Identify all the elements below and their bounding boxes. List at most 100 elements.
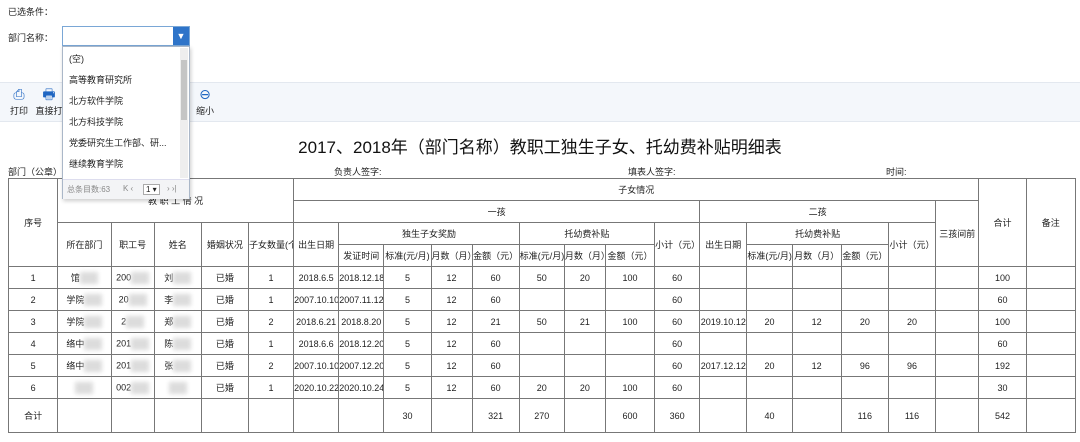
cell-dept-text: 络中 — [66, 360, 85, 371]
direct-print-button[interactable]: 🖶 直接打 — [34, 87, 64, 117]
total-cell-marital — [200, 398, 249, 433]
prev-page-button[interactable]: K ‹ — [123, 184, 133, 193]
cell-om: 12 — [430, 310, 473, 333]
chevron-down-icon[interactable]: ▼ — [173, 27, 189, 45]
cell-sub2: 96 — [887, 354, 937, 377]
cell-a2-text: 96 — [859, 360, 870, 371]
cell-om-text: 12 — [446, 382, 457, 393]
redaction-blur — [168, 381, 187, 394]
cell-cm: 20 — [563, 376, 606, 399]
cell-name-text: 郑 — [164, 316, 174, 327]
cell-os: 5 — [383, 332, 432, 355]
redaction-blur — [84, 294, 103, 307]
scrollbar-thumb[interactable] — [181, 60, 187, 120]
cell-a2 — [840, 288, 889, 311]
cell-sub2: 20 — [887, 310, 937, 333]
cell-no: 20 — [110, 288, 155, 311]
print-button[interactable]: ⎙ 打印 — [4, 87, 34, 117]
cell-cs — [518, 288, 565, 311]
dept-select[interactable]: ▼ — [62, 26, 190, 46]
cell-cm — [563, 288, 606, 311]
dropdown-option[interactable]: 继续教育学院 — [69, 154, 177, 175]
cell-om-text: 12 — [446, 360, 457, 371]
cell-s2: 20 — [746, 354, 793, 377]
cell-m2: 12 — [791, 354, 842, 377]
total-cell-sub1: 360 — [654, 398, 701, 433]
cell-kids-text: 1 — [268, 382, 274, 393]
cell-no-text: 201 — [116, 359, 132, 370]
cell-b1: 2007.10.10 — [293, 354, 340, 377]
th-issue-time: 发证时间 — [338, 244, 385, 267]
cell-remark — [1025, 376, 1077, 399]
th-name: 姓名 — [153, 222, 202, 267]
redaction-blur — [131, 359, 150, 372]
total-cell-s2: 40 — [746, 398, 793, 433]
cell-a2-text: 20 — [859, 316, 870, 327]
filler-sign: 填表人签字: — [628, 167, 676, 177]
cell-no-text: 002 — [116, 381, 132, 392]
cell-name-text: 张 — [164, 360, 174, 371]
cell-os-text: 5 — [404, 272, 410, 283]
cell-remark — [1025, 332, 1077, 355]
cell-no: 201 — [110, 332, 155, 355]
cell-seq: 3 — [7, 310, 59, 333]
dropdown-scrollbar[interactable] — [180, 48, 188, 178]
cell-no: 200 — [110, 266, 155, 289]
total-cell-cm — [563, 398, 606, 433]
th-child-count: 子女数量(个) — [247, 222, 295, 267]
cell-marital: 已婚 — [200, 332, 249, 355]
cell-seq: 1 — [7, 266, 59, 289]
dropdown-option[interactable]: 北方软件学院 — [69, 91, 177, 112]
cell-kids-text: 1 — [268, 338, 274, 349]
dropdown-option[interactable]: 党委研究生工作部、研... — [69, 133, 177, 154]
total-cell-total: 542 — [978, 398, 1027, 433]
th-birth-1: 出生日期 — [293, 222, 340, 267]
redaction-blur — [79, 272, 98, 285]
cell-oa-text: 60 — [490, 272, 501, 283]
cell-name-text: 李 — [164, 294, 174, 305]
cell-sub2 — [887, 288, 937, 311]
th-subtotal-2: 小计（元） — [887, 222, 937, 267]
cell-sub1: 60 — [654, 266, 701, 289]
cell-om: 12 — [430, 354, 473, 377]
cell-sub1-text: 60 — [672, 382, 683, 393]
cell-cs — [518, 354, 565, 377]
total-cell-a2: 116 — [840, 398, 889, 433]
cell-oa-text: 60 — [490, 294, 501, 305]
redaction-blur — [173, 294, 192, 307]
dropdown-option[interactable]: 高等教育研究所 — [69, 70, 177, 91]
dept-label: 部门名称： — [8, 33, 54, 43]
cell-remark — [1025, 310, 1077, 333]
cell-name: 陈 — [153, 332, 202, 355]
cell-oa-text: 60 — [490, 360, 501, 371]
cell-no-text: 200 — [116, 271, 132, 282]
total-cell-ca: 600 — [604, 398, 656, 433]
table-row: 6 002 已婚 1 2020.10.22 2020.10.24 5 12 60 20 20 100 6… — [7, 376, 1077, 399]
cell-oa: 60 — [471, 354, 520, 377]
cell-sub1-text: 60 — [672, 338, 683, 349]
dropdown-option[interactable]: 北方科技学院 — [69, 112, 177, 133]
shrink-button[interactable]: ⊖ 缩小 — [190, 87, 220, 117]
redaction-blur — [84, 360, 103, 373]
th-months-2: 月数（月） — [563, 244, 606, 267]
page-select[interactable]: 1 ▾ — [143, 184, 160, 195]
cell-oa: 60 — [471, 376, 520, 399]
total-cell-oa: 321 — [471, 398, 520, 433]
cell-issue: 2018.8.20 — [338, 310, 385, 333]
cell-kids-text: 1 — [268, 272, 274, 283]
total-cell-no — [110, 398, 155, 433]
next-page-button[interactable]: › ›| — [167, 184, 177, 193]
cell-total-text: 100 — [994, 272, 1010, 283]
cell-cs-text: 20 — [536, 382, 547, 393]
cell-a2 — [840, 376, 889, 399]
cell-dept-text: 馆 — [70, 272, 80, 283]
cell-name-text: 刘 — [164, 272, 174, 283]
cell-b1-text: 2020.10.22 — [294, 382, 339, 393]
cell-m2-text: 12 — [811, 316, 822, 327]
cell-ca: 100 — [604, 310, 656, 333]
dept-dropdown[interactable]: (空) 高等教育研究所 北方软件学院 北方科技学院 党委研究生工作部、研... … — [62, 46, 190, 199]
cell-cs: 50 — [518, 266, 565, 289]
printer-icon: 🖶 — [42, 86, 56, 102]
total-cell-third — [935, 398, 980, 433]
dropdown-option[interactable]: (空) — [69, 49, 177, 70]
